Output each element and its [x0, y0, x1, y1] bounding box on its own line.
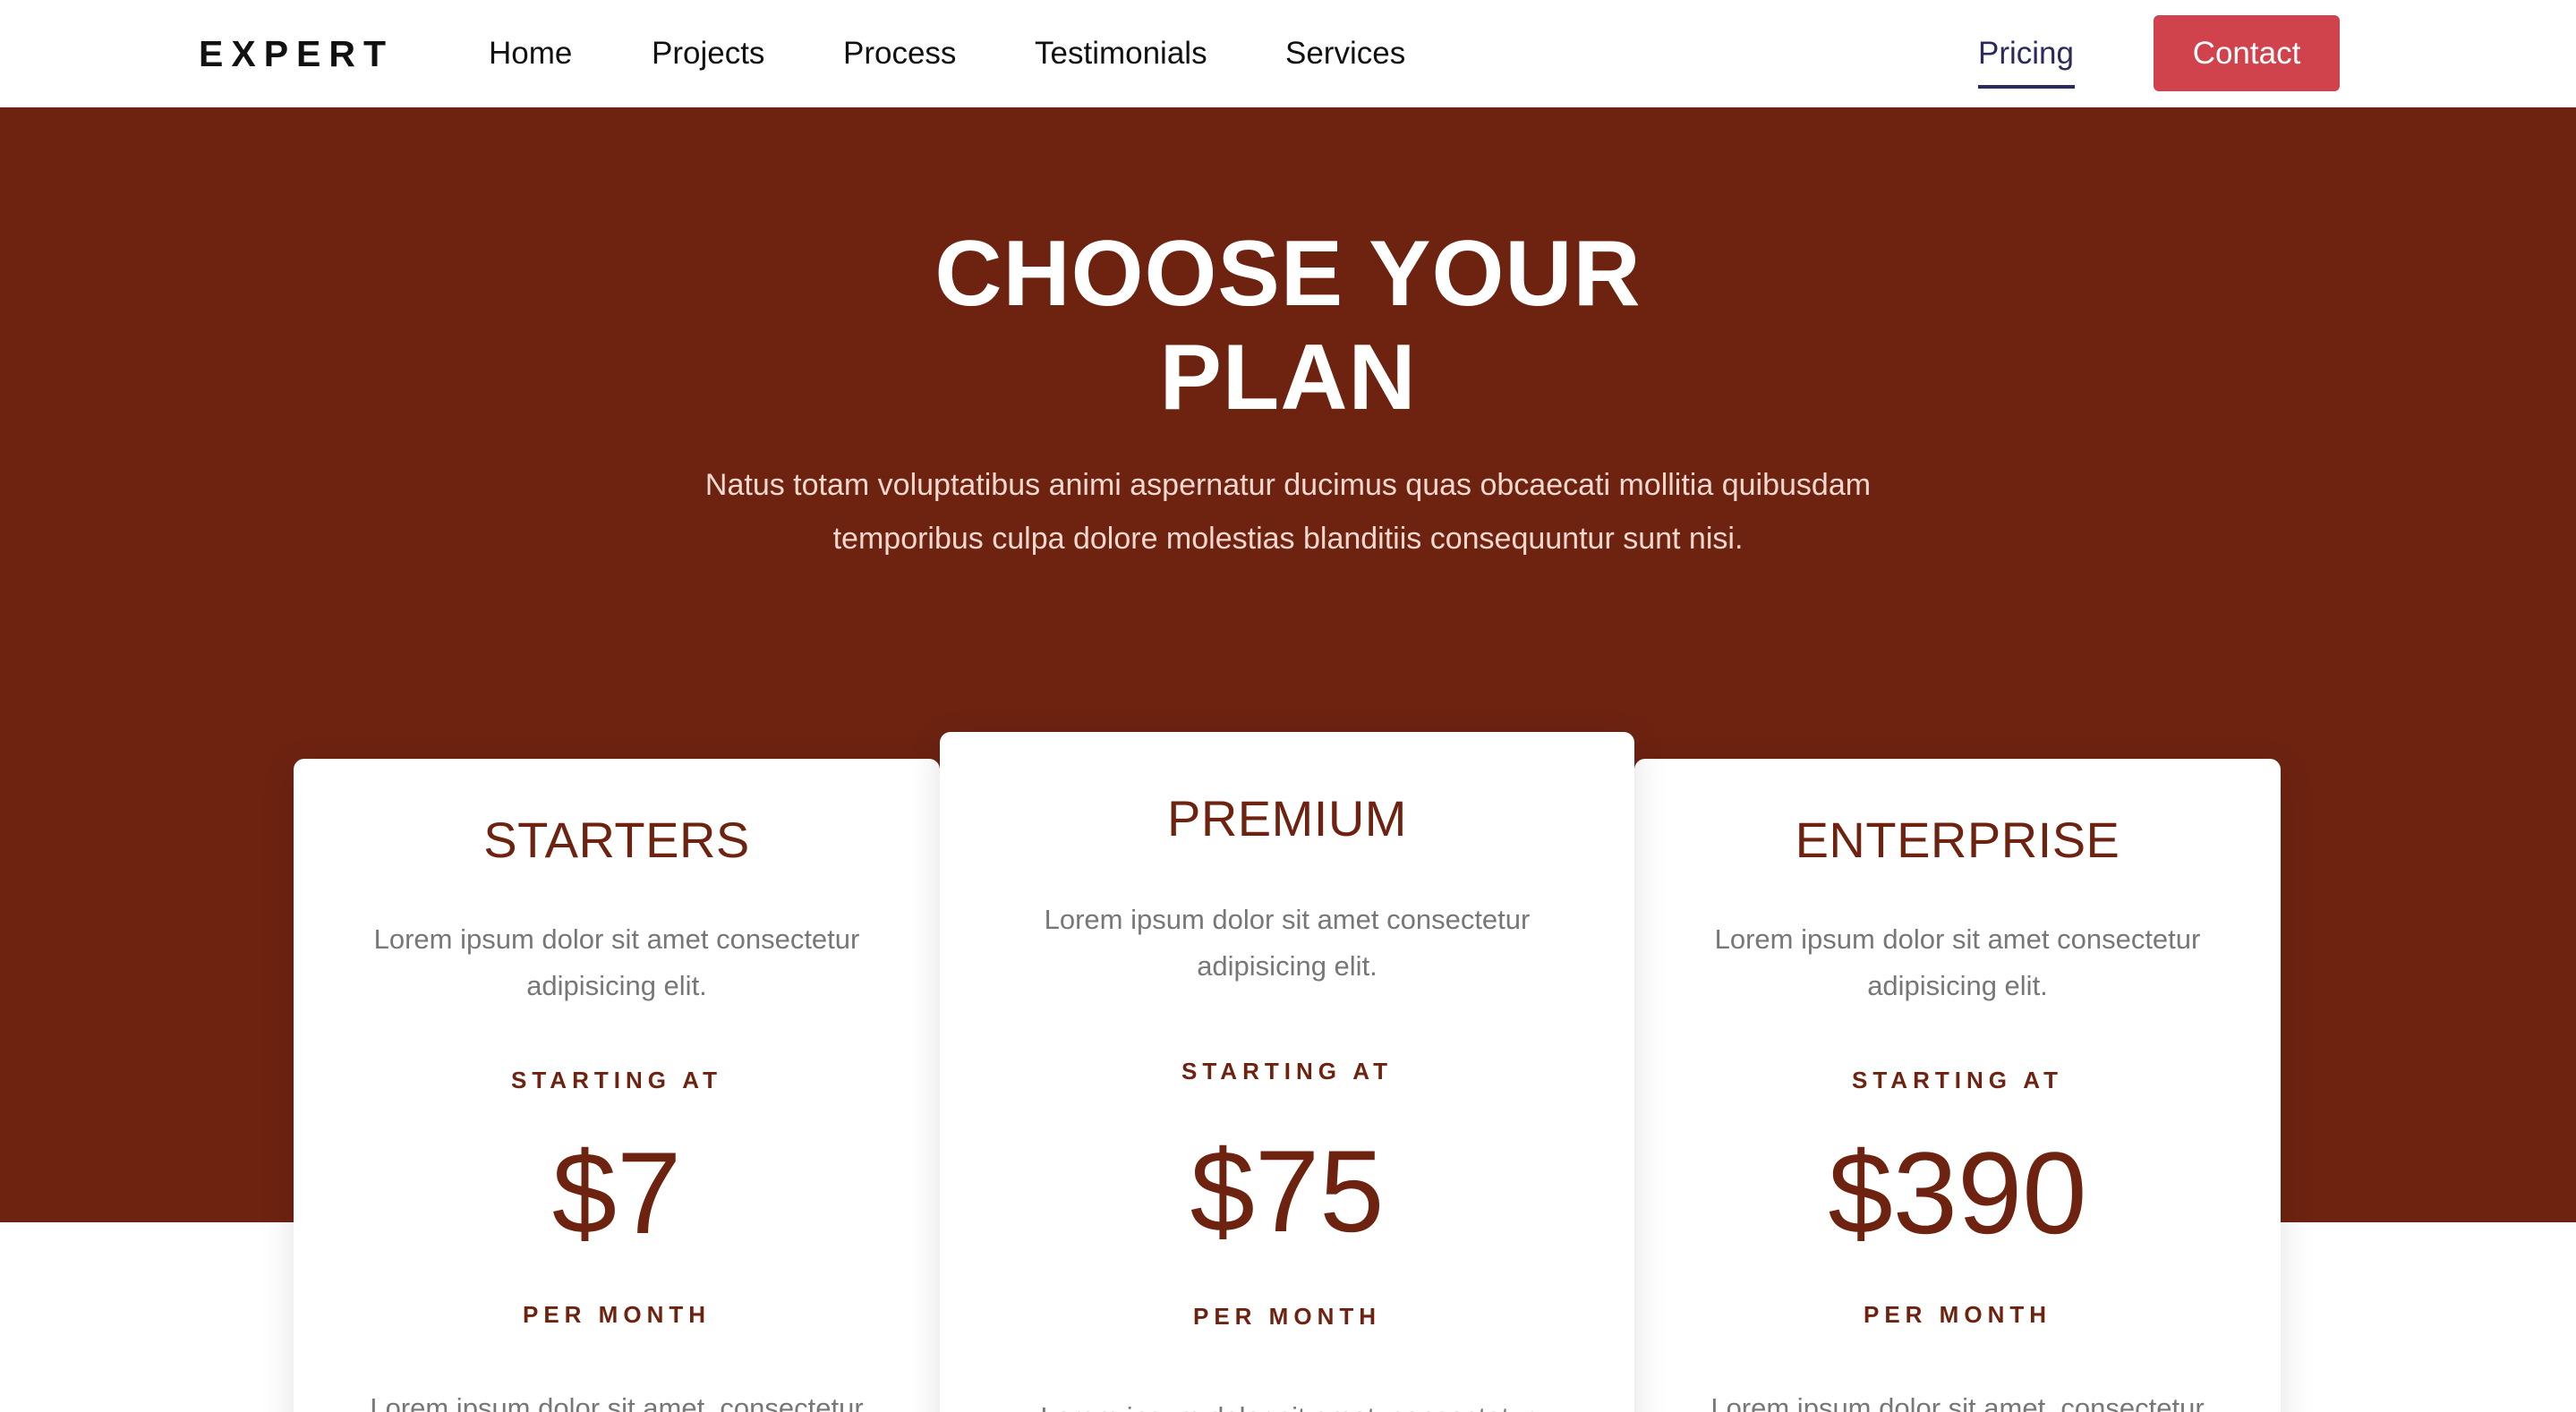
plan-description: Lorem ipsum dolor sit amet consectetur a…	[373, 923, 860, 1001]
plan-starting-label: STARTING AT	[1852, 1067, 2063, 1093]
plan-card-enterprise: ENTERPRISE Lorem ipsum dolor sit amet co…	[1634, 759, 2281, 1412]
plan-name: PREMIUM	[1167, 790, 1407, 846]
nav-home[interactable]: Home	[489, 27, 572, 81]
plan-price: $390	[1828, 1127, 2087, 1258]
plan-name: ENTERPRISE	[1795, 812, 2120, 868]
plan-description: Lorem ipsum dolor sit amet consectetur a…	[1714, 923, 2201, 1001]
contact-button[interactable]: Contact	[2154, 15, 2340, 91]
page-subtitle: Natus totam voluptatibus animi aspernatu…	[704, 468, 1872, 556]
plan-feature: Lorem ipsum dolor sit amet, consectetur	[994, 1394, 1581, 1412]
plan-period: PER MONTH	[1193, 1303, 1381, 1330]
plan-description: Lorem ipsum dolor sit amet consectetur a…	[1044, 904, 1531, 982]
plan-feature: Lorem ipsum dolor sit amet, consectetur	[1710, 1392, 2205, 1412]
plan-starting-label: STARTING AT	[1181, 1058, 1393, 1085]
nav-projects[interactable]: Projects	[652, 27, 764, 81]
active-nav-underline	[1978, 85, 2075, 89]
nav-process[interactable]: Process	[843, 27, 956, 81]
plan-name: STARTERS	[483, 812, 750, 868]
nav-pricing[interactable]: Pricing	[1978, 27, 2074, 81]
plan-feature: Lorem ipsum dolor sit amet, consectetur	[370, 1392, 864, 1412]
site-header: EXPERT Home Projects Process Testimonial…	[0, 0, 2576, 107]
logo[interactable]: EXPERT	[199, 27, 394, 81]
plan-price: $75	[1190, 1126, 1385, 1256]
nav-testimonials[interactable]: Testimonials	[1035, 27, 1207, 81]
plan-period: PER MONTH	[523, 1301, 711, 1328]
plan-price: $7	[551, 1127, 682, 1258]
plan-card-premium: PREMIUM Lorem ipsum dolor sit amet conse…	[940, 732, 1634, 1412]
plan-starting-label: STARTING AT	[511, 1067, 722, 1093]
page-title: CHOOSE YOUR PLAN	[934, 222, 1642, 430]
plan-card-starters: STARTERS Lorem ipsum dolor sit amet cons…	[294, 759, 940, 1412]
nav-services[interactable]: Services	[1285, 27, 1405, 81]
plan-period: PER MONTH	[1864, 1301, 2051, 1328]
